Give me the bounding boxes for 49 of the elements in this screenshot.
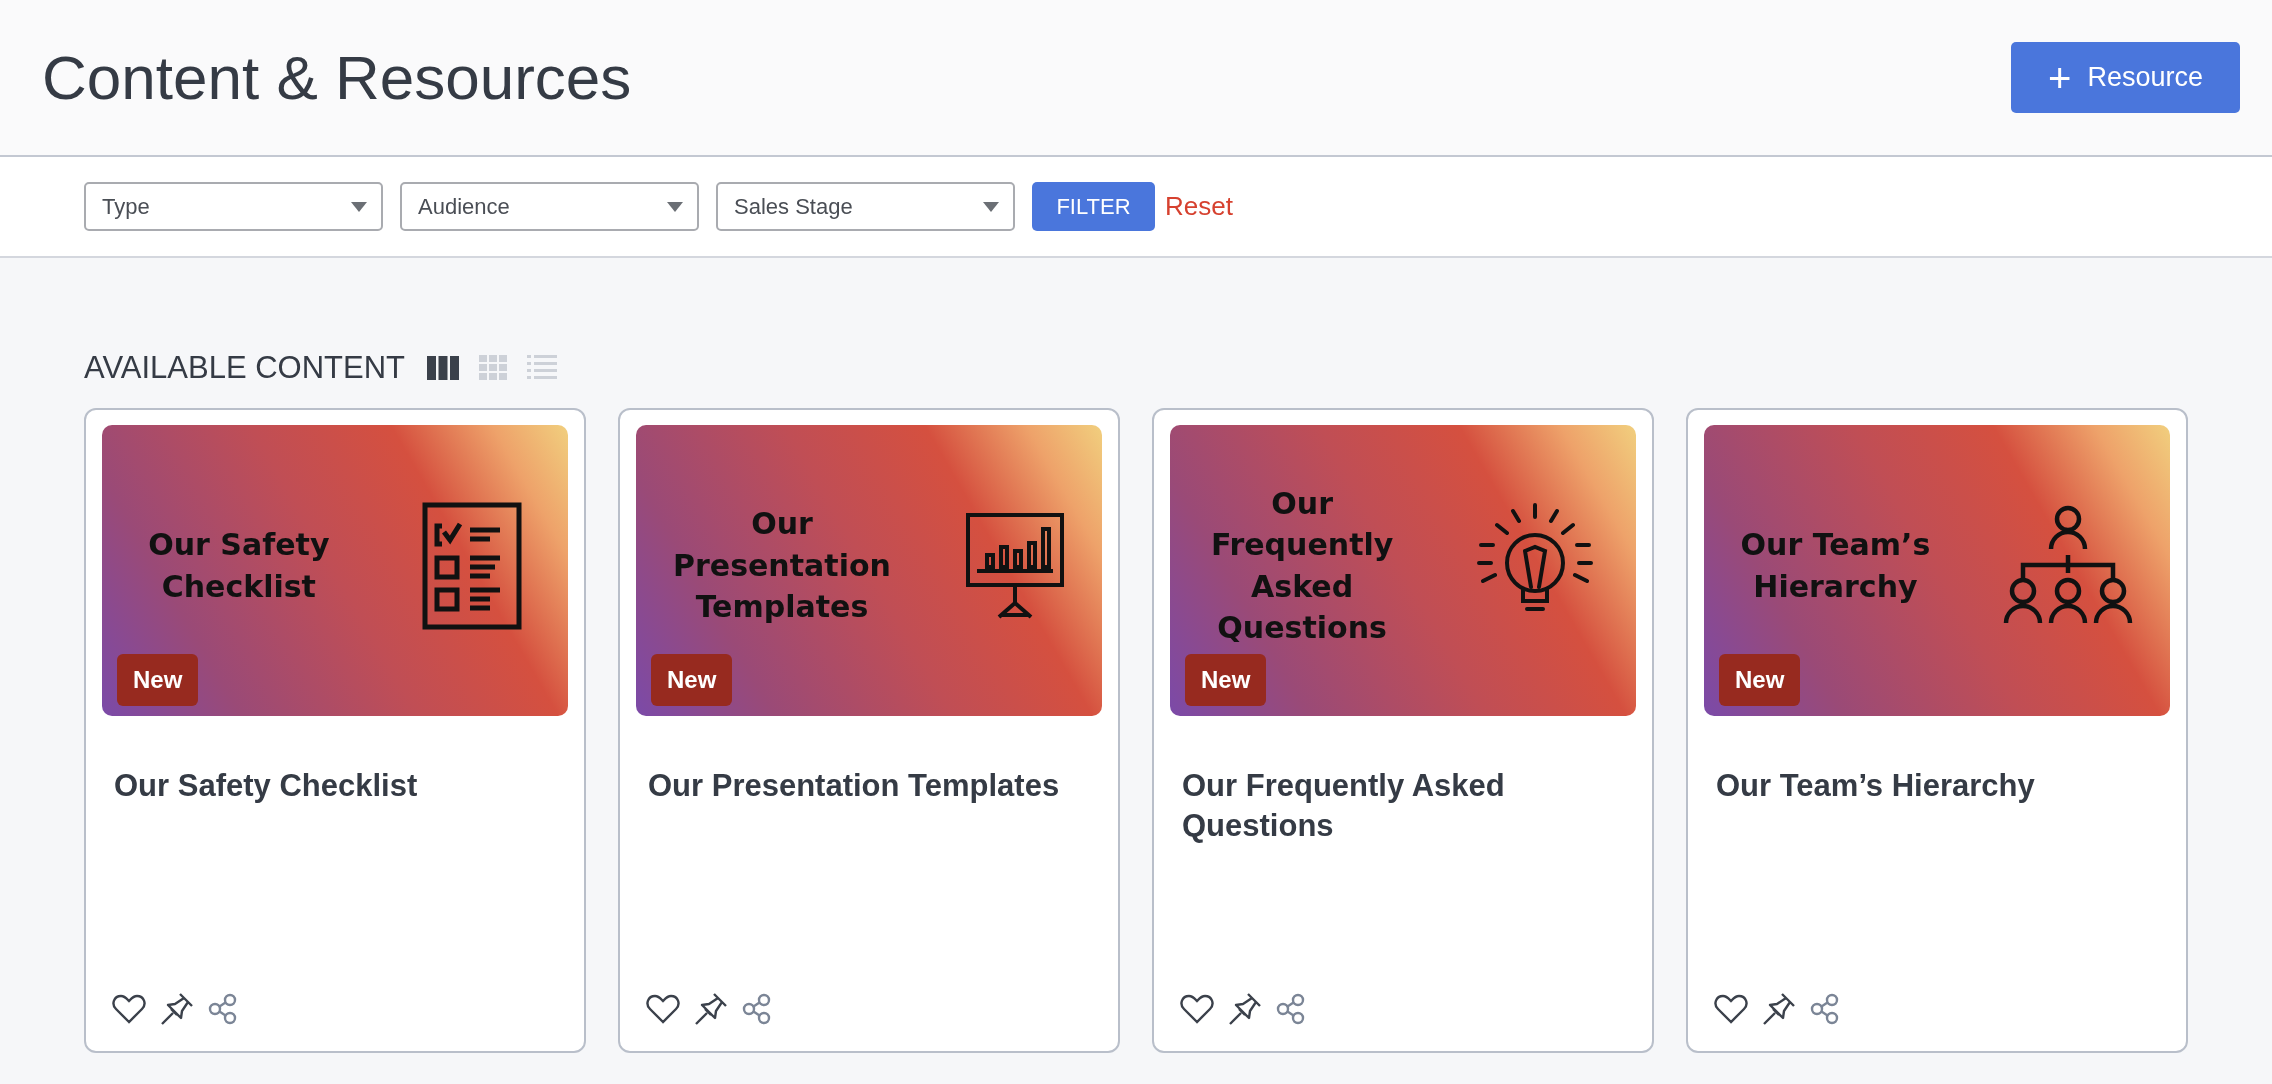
banner-title: Our — [1271, 484, 1333, 523]
banner-title: Frequently — [1210, 526, 1394, 565]
banner-title: Asked — [1251, 567, 1354, 606]
banner-title: Our Safety — [148, 526, 330, 565]
card-title[interactable]: Our Team’s Hierarchy — [1716, 766, 2158, 807]
dropdown-caret-icon — [983, 201, 999, 212]
dropdown-select[interactable]: Audience — [400, 182, 699, 231]
heart-icon[interactable] — [1180, 994, 1214, 1024]
section-title: AVAILABLE CONTENT — [84, 350, 405, 386]
content-card[interactable]: Our Presentation Templates New Our Presentation Templates — [618, 408, 1120, 1053]
banner-title: Checklist — [161, 567, 316, 606]
banner-title: Our Team’s — [1740, 526, 1931, 565]
share-icon[interactable] — [1276, 993, 1306, 1025]
add-resource-button[interactable]: + Resource — [2011, 42, 2240, 113]
heart-icon[interactable] — [1714, 994, 1748, 1024]
checklist-icon — [421, 501, 522, 630]
banner-title: Our — [751, 505, 813, 544]
content-card[interactable]: Our Safety Checklist New Our Safety Checklist — [84, 408, 586, 1053]
banner-title: Questions — [1217, 608, 1387, 647]
dropdown-caret-icon — [351, 201, 367, 212]
pin-icon[interactable] — [1762, 992, 1796, 1026]
share-icon[interactable] — [742, 993, 772, 1025]
new-badge: New — [1719, 654, 1801, 706]
pin-icon[interactable] — [694, 992, 728, 1026]
pin-icon[interactable] — [1228, 992, 1262, 1026]
filter-button[interactable]: FILTER — [1032, 182, 1155, 231]
share-icon[interactable] — [1810, 993, 1840, 1025]
share-icon[interactable] — [208, 993, 238, 1025]
new-badge: New — [651, 654, 733, 706]
page-title: Content & Resources — [42, 42, 632, 113]
card-title[interactable]: Our Safety Checklist — [114, 766, 556, 807]
content-card[interactable]: Our Team’s Hierarchy New Our Team’s Hierarchy — [1686, 408, 2188, 1053]
new-badge: New — [117, 654, 199, 706]
columns-view-icon[interactable] — [427, 355, 459, 381]
card-title[interactable]: Our Frequently Asked Questions — [1182, 766, 1624, 847]
dropdown-select[interactable]: Type — [84, 182, 383, 231]
new-badge: New — [1185, 654, 1267, 706]
reset-link[interactable]: Reset — [1165, 191, 1233, 222]
pin-icon[interactable] — [160, 992, 194, 1026]
card-title[interactable]: Our Presentation Templates — [648, 766, 1090, 807]
presentation-board-icon — [964, 510, 1065, 621]
banner-title: Templates — [695, 588, 869, 627]
heart-icon[interactable] — [112, 994, 146, 1024]
content-card[interactable]: Our Frequently Asked Questions New Our Frequently Asked Questions — [1152, 408, 1654, 1053]
dropdown-select[interactable]: Sales Stage — [716, 182, 1015, 231]
heart-icon[interactable] — [646, 994, 680, 1024]
banner-title: Presentation — [673, 546, 891, 585]
banner-title: Hierarchy — [1753, 567, 1918, 606]
dropdown-caret-icon — [667, 201, 683, 212]
